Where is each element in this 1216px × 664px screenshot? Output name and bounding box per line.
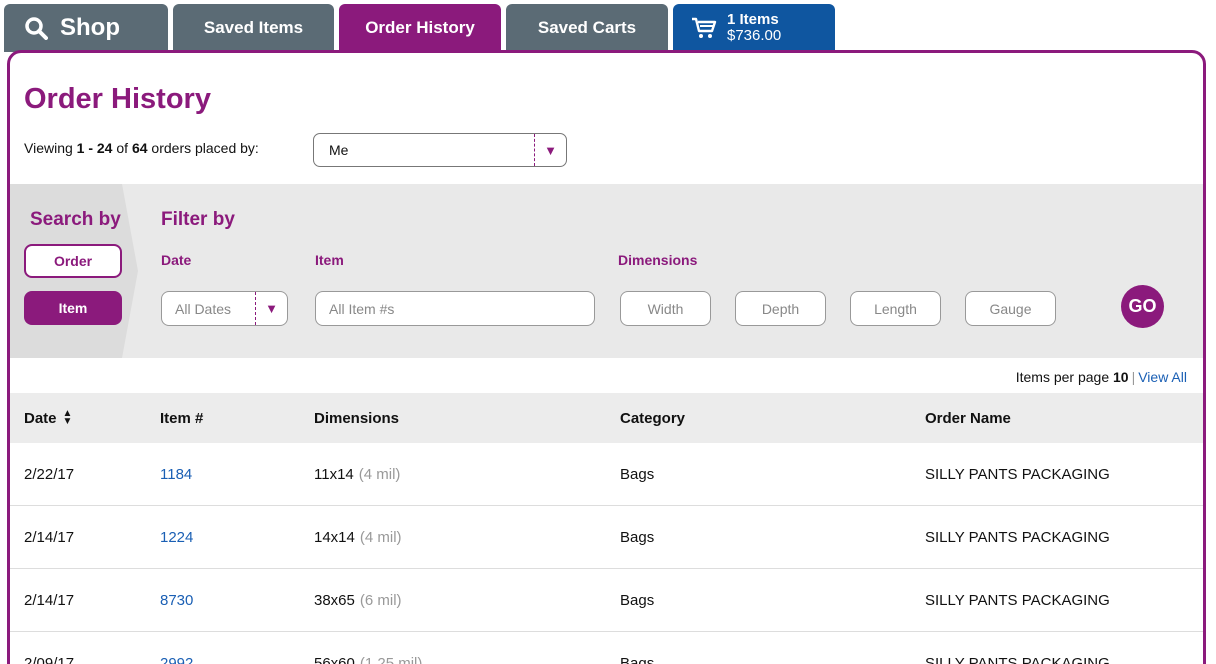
viewing-summary: Viewing 1 - 24 of 64 orders placed by: bbox=[24, 140, 259, 156]
sort-icon[interactable]: ▲ ▼ bbox=[63, 409, 73, 427]
row-dimensions: 56x60 (1.25 mil) bbox=[314, 632, 422, 664]
tab-saved-carts-label: Saved Carts bbox=[537, 18, 637, 37]
width-input[interactable]: Width bbox=[620, 291, 711, 326]
row-dimensions: 38x65 (6 mil) bbox=[314, 569, 402, 631]
column-header-dimensions: Dimensions bbox=[314, 409, 400, 427]
viewing-prefix: Viewing bbox=[24, 140, 77, 156]
row-item-link[interactable]: 1184 bbox=[160, 443, 192, 505]
order-history-panel: Order History Viewing 1 - 24 of 64 order… bbox=[7, 50, 1206, 664]
table-row: 2/14/17 8730 38x65 (6 mil) Bags SILLY PAN… bbox=[10, 569, 1203, 632]
row-category: Bags bbox=[620, 654, 655, 664]
item-filter-label: Item bbox=[315, 252, 344, 268]
row-category: Bags bbox=[620, 465, 655, 483]
tab-saved-carts[interactable]: Saved Carts bbox=[506, 4, 668, 52]
row-category: Bags bbox=[620, 591, 655, 609]
length-input[interactable]: Length bbox=[850, 291, 941, 326]
column-header-order-name: Order Name bbox=[925, 409, 1011, 427]
row-order-name: SILLY PANTS PACKAGING bbox=[925, 591, 1110, 609]
per-page-separator: | bbox=[1131, 369, 1136, 385]
shopping-cart-icon bbox=[692, 17, 717, 38]
table-header: Date ▲ ▼ Item # Dimensions Category Order… bbox=[10, 393, 1203, 443]
viewing-of: of bbox=[112, 140, 132, 156]
row-dims-value: 11x14 bbox=[314, 465, 354, 483]
row-item-link[interactable]: 1224 bbox=[160, 506, 193, 568]
date-filter-value: All Dates bbox=[175, 300, 232, 317]
row-gauge: (4 mil) bbox=[358, 465, 401, 483]
row-item-link[interactable]: 8730 bbox=[160, 569, 193, 631]
row-order-name: SILLY PANTS PACKAGING bbox=[925, 465, 1110, 483]
column-date-label: Date bbox=[24, 409, 57, 427]
search-filter-bar: Search by Order Item Filter by Date Item… bbox=[10, 184, 1203, 358]
row-dims-value: 14x14 bbox=[314, 528, 355, 546]
depth-input[interactable]: Depth bbox=[735, 291, 826, 326]
row-dimensions: 11x14 (4 mil) bbox=[314, 443, 400, 505]
search-by-item-button[interactable]: Item bbox=[24, 291, 122, 325]
row-date: 2/22/17 bbox=[24, 465, 75, 483]
chevron-down-icon[interactable]: ▼ bbox=[534, 134, 566, 166]
per-page-value[interactable]: 10 bbox=[1113, 369, 1129, 385]
viewing-range: 1 - 24 bbox=[76, 140, 113, 156]
row-order-name: SILLY PANTS PACKAGING bbox=[925, 654, 1110, 664]
row-date: 2/14/17 bbox=[24, 591, 75, 609]
tab-saved-items[interactable]: Saved Items bbox=[173, 4, 334, 52]
row-date: 2/09/17 bbox=[24, 654, 75, 664]
tab-order-history-label: Order History bbox=[365, 18, 475, 37]
tab-shop[interactable]: Shop bbox=[4, 4, 168, 52]
dimensions-filter-label: Dimensions bbox=[618, 252, 698, 268]
page-title: Order History bbox=[24, 83, 211, 115]
cart-total: $736.00 bbox=[727, 27, 782, 44]
date-filter-select[interactable]: All Dates ▼ bbox=[161, 291, 288, 326]
row-date: 2/14/17 bbox=[24, 528, 75, 546]
table-row: 2/14/17 1224 14x14 (4 mil) Bags SILLY PAN… bbox=[10, 506, 1203, 569]
tab-order-history[interactable]: Order History bbox=[339, 4, 501, 52]
column-header-date[interactable]: Date ▲ ▼ bbox=[24, 393, 72, 443]
row-gauge: (1.25 mil) bbox=[359, 654, 423, 664]
search-icon bbox=[25, 17, 48, 40]
go-button[interactable]: GO bbox=[1121, 285, 1164, 328]
viewing-suffix: orders placed by: bbox=[147, 140, 259, 156]
row-dims-value: 38x65 bbox=[314, 591, 355, 609]
filter-by-heading: Filter by bbox=[161, 209, 235, 230]
row-dims-value: 56x60 bbox=[314, 654, 355, 664]
cart-button[interactable]: 1 Items $736.00 bbox=[673, 4, 835, 52]
table-row: 2/22/17 1184 11x14 (4 mil) Bags SILLY PAN… bbox=[10, 443, 1203, 506]
date-filter-label: Date bbox=[161, 252, 192, 268]
row-order-name: SILLY PANTS PACKAGING bbox=[925, 528, 1110, 546]
table-row: 2/09/17 2992 56x60 (1.25 mil) Bags SILLY … bbox=[10, 632, 1203, 664]
cart-item-count: 1 Items bbox=[727, 11, 779, 28]
column-header-category: Category bbox=[620, 409, 686, 427]
view-all-link[interactable]: View All bbox=[1138, 369, 1187, 385]
search-by-order-button[interactable]: Order bbox=[24, 244, 122, 278]
cart-summary: 1 Items $736.00 bbox=[727, 12, 781, 44]
row-dimensions: 14x14 (4 mil) bbox=[314, 506, 402, 568]
placed-by-value: Me bbox=[329, 142, 349, 158]
row-gauge: (4 mil) bbox=[359, 528, 402, 546]
chevron-down-icon[interactable]: ▼ bbox=[255, 292, 287, 325]
column-header-item: Item # bbox=[160, 409, 204, 427]
tab-saved-items-label: Saved Items bbox=[203, 18, 304, 37]
search-by-heading: Search by bbox=[30, 209, 121, 230]
viewing-total: 64 bbox=[131, 140, 148, 156]
placed-by-select[interactable]: Me ▼ bbox=[313, 133, 567, 167]
row-gauge: (6 mil) bbox=[359, 591, 402, 609]
item-number-input[interactable]: All Item #s bbox=[315, 291, 595, 326]
row-category: Bags bbox=[620, 528, 655, 546]
per-page-label: Items per page bbox=[1015, 369, 1113, 385]
row-item-link[interactable]: 2992 bbox=[160, 632, 193, 664]
tab-shop-label: Shop bbox=[60, 14, 120, 41]
items-per-page: Items per page 10 | View All bbox=[1016, 369, 1187, 385]
gauge-input[interactable]: Gauge bbox=[965, 291, 1056, 326]
